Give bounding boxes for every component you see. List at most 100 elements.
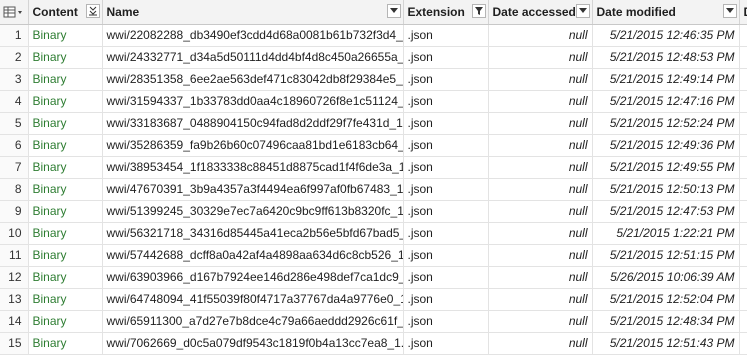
table-menu-icon[interactable]: [0, 0, 29, 25]
table-row[interactable]: 8 Binary wwi/47670391_3b9a4357a3f4494ea6f9…: [0, 178, 747, 201]
table-row[interactable]: 5 Binary wwi/33183687_0488904150c94fad8d2d…: [0, 112, 747, 135]
content-cell[interactable]: Binary: [28, 310, 103, 333]
more-cell: [739, 266, 747, 289]
row-index: 10: [0, 222, 29, 245]
extension-cell: .json: [403, 222, 489, 245]
date-accessed-cell: null: [488, 266, 593, 289]
more-cell: [739, 244, 747, 267]
data-preview-grid: Content Name Extension Date accessed Dat…: [0, 0, 747, 362]
content-cell[interactable]: Binary: [28, 288, 103, 311]
date-modified-cell: 5/21/2015 12:47:53 PM: [592, 200, 740, 223]
table-row[interactable]: 9 Binary wwi/51399245_30329e7ec7a6420c9bc9…: [0, 200, 747, 223]
date-accessed-cell: null: [488, 134, 593, 157]
date-accessed-cell: null: [488, 222, 593, 245]
content-cell[interactable]: Binary: [28, 156, 103, 179]
filter-dropdown-icon[interactable]: [722, 4, 737, 18]
table-row[interactable]: 2 Binary wwi/24332771_d34a5d50111d4dd4bf4d…: [0, 46, 747, 69]
date-modified-cell: 5/21/2015 12:47:16 PM: [592, 90, 740, 113]
column-header-extension-label: Extension: [407, 5, 465, 19]
table-row[interactable]: 1 Binary wwi/22082288_db3490ef3cdd4d68a008…: [0, 24, 747, 47]
column-header-extension[interactable]: Extension: [403, 0, 489, 25]
more-cell: [739, 24, 747, 47]
name-cell: wwi/24332771_d34a5d50111d4dd4bf4d8c450a2…: [102, 46, 404, 69]
more-cell: [739, 178, 747, 201]
date-accessed-cell: null: [488, 90, 593, 113]
extension-cell: .json: [403, 244, 489, 267]
content-cell[interactable]: Binary: [28, 200, 103, 223]
more-cell: [739, 68, 747, 91]
column-header-date-modified-label: Date modified: [596, 5, 676, 19]
row-index: 12: [0, 266, 29, 289]
content-cell[interactable]: Binary: [28, 46, 103, 69]
content-cell[interactable]: Binary: [28, 90, 103, 113]
extension-cell: .json: [403, 90, 489, 113]
table-row[interactable]: 3 Binary wwi/28351358_6ee2ae563def471c8304…: [0, 68, 747, 91]
extension-cell: .json: [403, 266, 489, 289]
table-row[interactable]: 14 Binary wwi/65911300_a7d27e7b8dce4c79a66…: [0, 310, 747, 333]
date-accessed-cell: null: [488, 332, 593, 355]
column-header-name[interactable]: Name: [102, 0, 404, 25]
column-header-content[interactable]: Content: [28, 0, 103, 25]
expand-icon[interactable]: [85, 4, 100, 18]
row-index: 3: [0, 68, 29, 91]
extension-cell: .json: [403, 112, 489, 135]
column-header-date-modified[interactable]: Date modified: [592, 0, 740, 25]
filter-dropdown-icon[interactable]: [386, 4, 401, 18]
row-index: 1: [0, 24, 29, 47]
table-row[interactable]: 10 Binary wwi/56321718_34316d85445a41eca2b…: [0, 222, 747, 245]
date-accessed-cell: null: [488, 112, 593, 135]
filter-applied-icon[interactable]: [471, 4, 486, 18]
row-index: 13: [0, 288, 29, 311]
extension-cell: .json: [403, 310, 489, 333]
date-accessed-cell: null: [488, 156, 593, 179]
name-cell: wwi/65911300_a7d27e7b8dce4c79a66aeddd292…: [102, 310, 404, 333]
table-row[interactable]: 15 Binary wwi/7062669_d0c5a079df9543c1819f…: [0, 332, 747, 355]
table-row[interactable]: 12 Binary wwi/63903966_d167b7924ee146d286e…: [0, 266, 747, 289]
row-index: 4: [0, 90, 29, 113]
row-index: 2: [0, 46, 29, 69]
column-header-date-accessed-label: Date accessed: [492, 5, 576, 19]
content-cell[interactable]: Binary: [28, 266, 103, 289]
table-row[interactable]: 4 Binary wwi/31594337_1b33783dd0aa4c189607…: [0, 90, 747, 113]
date-accessed-cell: null: [488, 288, 593, 311]
column-header-more[interactable]: D: [739, 0, 747, 25]
date-accessed-cell: null: [488, 178, 593, 201]
date-modified-cell: 5/21/2015 12:49:55 PM: [592, 156, 740, 179]
date-accessed-cell: null: [488, 310, 593, 333]
date-modified-cell: 5/21/2015 12:52:04 PM: [592, 288, 740, 311]
table-row[interactable]: 7 Binary wwi/38953454_1f1833338c88451d8875…: [0, 156, 747, 179]
content-cell[interactable]: Binary: [28, 222, 103, 245]
data-table: Content Name Extension Date accessed Dat…: [0, 0, 747, 355]
table-row[interactable]: 11 Binary wwi/57442688_dcff8a0a42af4a4898a…: [0, 244, 747, 267]
name-cell: wwi/35286359_fa9b26b60c07496caa81bd1e618…: [102, 134, 404, 157]
extension-cell: .json: [403, 46, 489, 69]
name-cell: wwi/57442688_dcff8a0a42af4a4898aa634d6c8…: [102, 244, 404, 267]
more-cell: [739, 222, 747, 245]
name-cell: wwi/38953454_1f1833338c88451d8875cad1f4f…: [102, 156, 404, 179]
column-header-date-accessed[interactable]: Date accessed: [488, 0, 593, 25]
content-cell[interactable]: Binary: [28, 112, 103, 135]
content-cell[interactable]: Binary: [28, 244, 103, 267]
name-cell: wwi/22082288_db3490ef3cdd4d68a0081b61b73…: [102, 24, 404, 47]
content-cell[interactable]: Binary: [28, 134, 103, 157]
date-modified-cell: 5/26/2015 10:06:39 AM: [592, 266, 740, 289]
content-cell[interactable]: Binary: [28, 24, 103, 47]
filter-dropdown-icon[interactable]: [575, 4, 590, 18]
extension-cell: .json: [403, 24, 489, 47]
extension-cell: .json: [403, 332, 489, 355]
content-cell[interactable]: Binary: [28, 178, 103, 201]
table-row[interactable]: 13 Binary wwi/64748094_41f55039f80f4717a37…: [0, 288, 747, 311]
date-modified-cell: 5/21/2015 12:52:24 PM: [592, 112, 740, 135]
more-cell: [739, 310, 747, 333]
row-index: 15: [0, 332, 29, 355]
table-body: 1 Binary wwi/22082288_db3490ef3cdd4d68a008…: [0, 24, 747, 355]
more-cell: [739, 288, 747, 311]
table-row[interactable]: 6 Binary wwi/35286359_fa9b26b60c07496caa81…: [0, 134, 747, 157]
extension-cell: .json: [403, 178, 489, 201]
extension-cell: .json: [403, 134, 489, 157]
date-accessed-cell: null: [488, 68, 593, 91]
date-modified-cell: 5/21/2015 12:51:43 PM: [592, 332, 740, 355]
content-cell[interactable]: Binary: [28, 332, 103, 355]
name-cell: wwi/51399245_30329e7ec7a6420c9bc9ff613b8…: [102, 200, 404, 223]
content-cell[interactable]: Binary: [28, 68, 103, 91]
